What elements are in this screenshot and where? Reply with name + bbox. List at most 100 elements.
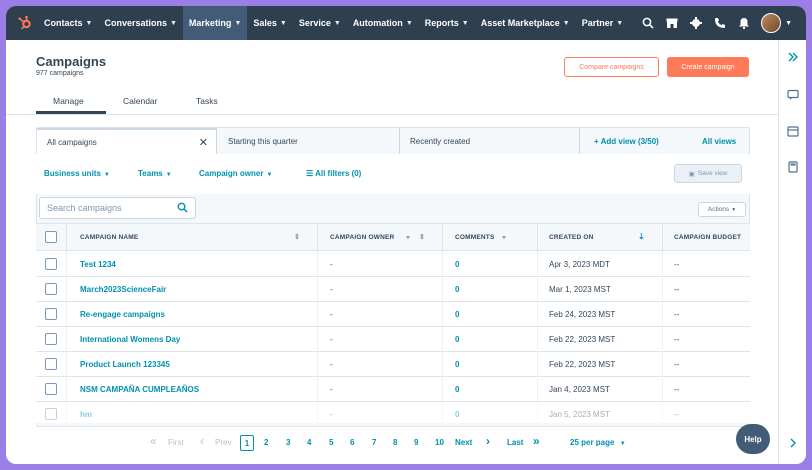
- campaign-name-link[interactable]: Product Launch 123345: [80, 360, 170, 369]
- create-campaign-button[interactable]: Create campaign: [667, 57, 749, 77]
- last-page-link[interactable]: Last: [507, 438, 523, 447]
- page-2[interactable]: 2: [264, 438, 268, 447]
- page-8[interactable]: 8: [393, 438, 397, 447]
- info-icon[interactable]: ●: [502, 234, 506, 241]
- nav-automation[interactable]: Automation ▼: [347, 6, 419, 40]
- comments-count[interactable]: 0: [455, 285, 459, 294]
- sort-icon[interactable]: ⇕: [294, 233, 300, 241]
- column-header-created-on[interactable]: CREATED ON: [549, 234, 594, 241]
- teams-filter[interactable]: Teams ▼: [138, 169, 172, 178]
- page-5[interactable]: 5: [329, 438, 333, 447]
- campaign-name-link[interactable]: Test 1234: [80, 260, 116, 269]
- campaign-name-link[interactable]: NSM CAMPAÑA CUMPLEAÑOS: [80, 385, 199, 394]
- page-1[interactable]: 1: [240, 435, 254, 451]
- notifications-icon[interactable]: [737, 16, 751, 30]
- prev-page-icon[interactable]: ‹: [200, 434, 204, 448]
- add-view-button[interactable]: + Add view (3/50): [594, 137, 659, 146]
- column-header-campaign-budget[interactable]: CAMPAIGN BUDGET: [674, 234, 741, 241]
- nav-reports[interactable]: Reports ▼: [419, 6, 475, 40]
- save-view-button[interactable]: ▣ Save view: [674, 164, 742, 183]
- tab-manage[interactable]: Manage: [53, 96, 84, 106]
- prev-page-link[interactable]: Prev: [215, 438, 231, 447]
- page-6[interactable]: 6: [350, 438, 354, 447]
- row-checkbox[interactable]: [45, 383, 57, 395]
- info-icon[interactable]: ●: [406, 234, 410, 241]
- column-header-campaign-owner[interactable]: CAMPAIGN OWNER: [330, 234, 394, 241]
- column-header-campaign-name[interactable]: CAMPAIGN NAME: [80, 234, 138, 241]
- table-row: Re-engage campaigns - 0 Feb 24, 2023 MST…: [36, 302, 750, 327]
- calendar-icon[interactable]: [786, 124, 800, 138]
- campaign-name-link[interactable]: hm: [80, 410, 92, 419]
- last-page-icon[interactable]: »: [533, 434, 540, 448]
- actions-dropdown[interactable]: Actions ▼: [698, 202, 746, 217]
- save-view-label: Save view: [697, 170, 728, 177]
- comments-count[interactable]: 0: [455, 260, 459, 269]
- comments-count[interactable]: 0: [455, 410, 459, 419]
- search-icon[interactable]: [177, 202, 188, 216]
- chevron-right-icon[interactable]: [786, 436, 800, 450]
- search-icon[interactable]: [641, 16, 655, 30]
- row-checkbox[interactable]: [45, 308, 57, 320]
- per-page-dropdown[interactable]: 25 per page ▼: [570, 438, 626, 447]
- comments-count[interactable]: 0: [455, 310, 459, 319]
- nav-asset-marketplace[interactable]: Asset Marketplace ▼: [475, 6, 576, 40]
- nav-conversations[interactable]: Conversations ▼: [98, 6, 182, 40]
- next-page-icon[interactable]: ›: [486, 434, 490, 448]
- chevron-down-icon: ▼: [169, 19, 177, 27]
- sort-descending-icon[interactable]: ⇣: [638, 232, 645, 241]
- all-views-link[interactable]: All views: [702, 137, 736, 146]
- hubspot-logo-icon[interactable]: [12, 6, 38, 40]
- budget-cell: --: [674, 360, 680, 369]
- nav-right-icons: ▼: [641, 13, 806, 33]
- nav-marketing[interactable]: Marketing ▼: [182, 6, 248, 40]
- view-tab-all-campaigns[interactable]: All campaigns ✕: [37, 128, 217, 154]
- budget-cell: --: [674, 410, 680, 419]
- tab-calendar[interactable]: Calendar: [123, 96, 158, 106]
- row-checkbox[interactable]: [45, 408, 57, 420]
- chevron-down-icon[interactable]: ▼: [785, 20, 792, 27]
- sort-icon[interactable]: ⇕: [419, 233, 425, 241]
- close-icon[interactable]: ✕: [199, 136, 208, 149]
- nav-partner[interactable]: Partner ▼: [576, 6, 629, 40]
- business-units-filter[interactable]: Business units ▼: [44, 169, 110, 178]
- expand-sidebar-icon[interactable]: [786, 50, 800, 64]
- page-7[interactable]: 7: [372, 438, 376, 447]
- nav-sales[interactable]: Sales ▼: [247, 6, 292, 40]
- nav-contacts[interactable]: Contacts ▼: [38, 6, 98, 40]
- calculator-icon[interactable]: [786, 160, 800, 174]
- marketplace-icon[interactable]: [665, 16, 679, 30]
- first-page-link[interactable]: First: [168, 438, 184, 447]
- first-page-icon[interactable]: «: [150, 434, 157, 448]
- tab-tasks[interactable]: Tasks: [196, 96, 218, 106]
- column-divider: [442, 224, 443, 252]
- all-filters-button[interactable]: ☰ All filters (0): [306, 169, 361, 178]
- campaign-name-link[interactable]: International Womens Day: [80, 335, 180, 344]
- view-tab-recently-created[interactable]: Recently created: [400, 128, 580, 154]
- select-all-checkbox[interactable]: [45, 231, 57, 243]
- calling-icon[interactable]: [713, 16, 727, 30]
- page-10[interactable]: 10: [435, 438, 444, 447]
- view-tab-starting-this-quarter[interactable]: Starting this quarter: [218, 128, 400, 154]
- comments-count[interactable]: 0: [455, 385, 459, 394]
- row-checkbox[interactable]: [45, 258, 57, 270]
- comments-count[interactable]: 0: [455, 360, 459, 369]
- avatar[interactable]: [761, 13, 782, 33]
- next-page-link[interactable]: Next: [455, 438, 472, 447]
- page-9[interactable]: 9: [414, 438, 418, 447]
- page-3[interactable]: 3: [286, 438, 290, 447]
- campaign-owner-filter[interactable]: Campaign owner ▼: [199, 169, 272, 178]
- chat-icon[interactable]: [786, 88, 800, 102]
- column-header-comments[interactable]: COMMENTS: [455, 234, 495, 241]
- row-checkbox[interactable]: [45, 283, 57, 295]
- page-4[interactable]: 4: [307, 438, 311, 447]
- campaign-name-link[interactable]: March2023ScienceFair: [80, 285, 166, 294]
- settings-icon[interactable]: [689, 16, 703, 30]
- help-button[interactable]: Help: [736, 424, 770, 454]
- compare-campaigns-button[interactable]: Compare campaigns: [564, 57, 659, 77]
- row-checkbox[interactable]: [45, 358, 57, 370]
- search-input[interactable]: Search campaigns: [39, 197, 196, 219]
- campaign-name-link[interactable]: Re-engage campaigns: [80, 310, 165, 319]
- row-checkbox[interactable]: [45, 333, 57, 345]
- comments-count[interactable]: 0: [455, 335, 459, 344]
- nav-service[interactable]: Service ▼: [293, 6, 347, 40]
